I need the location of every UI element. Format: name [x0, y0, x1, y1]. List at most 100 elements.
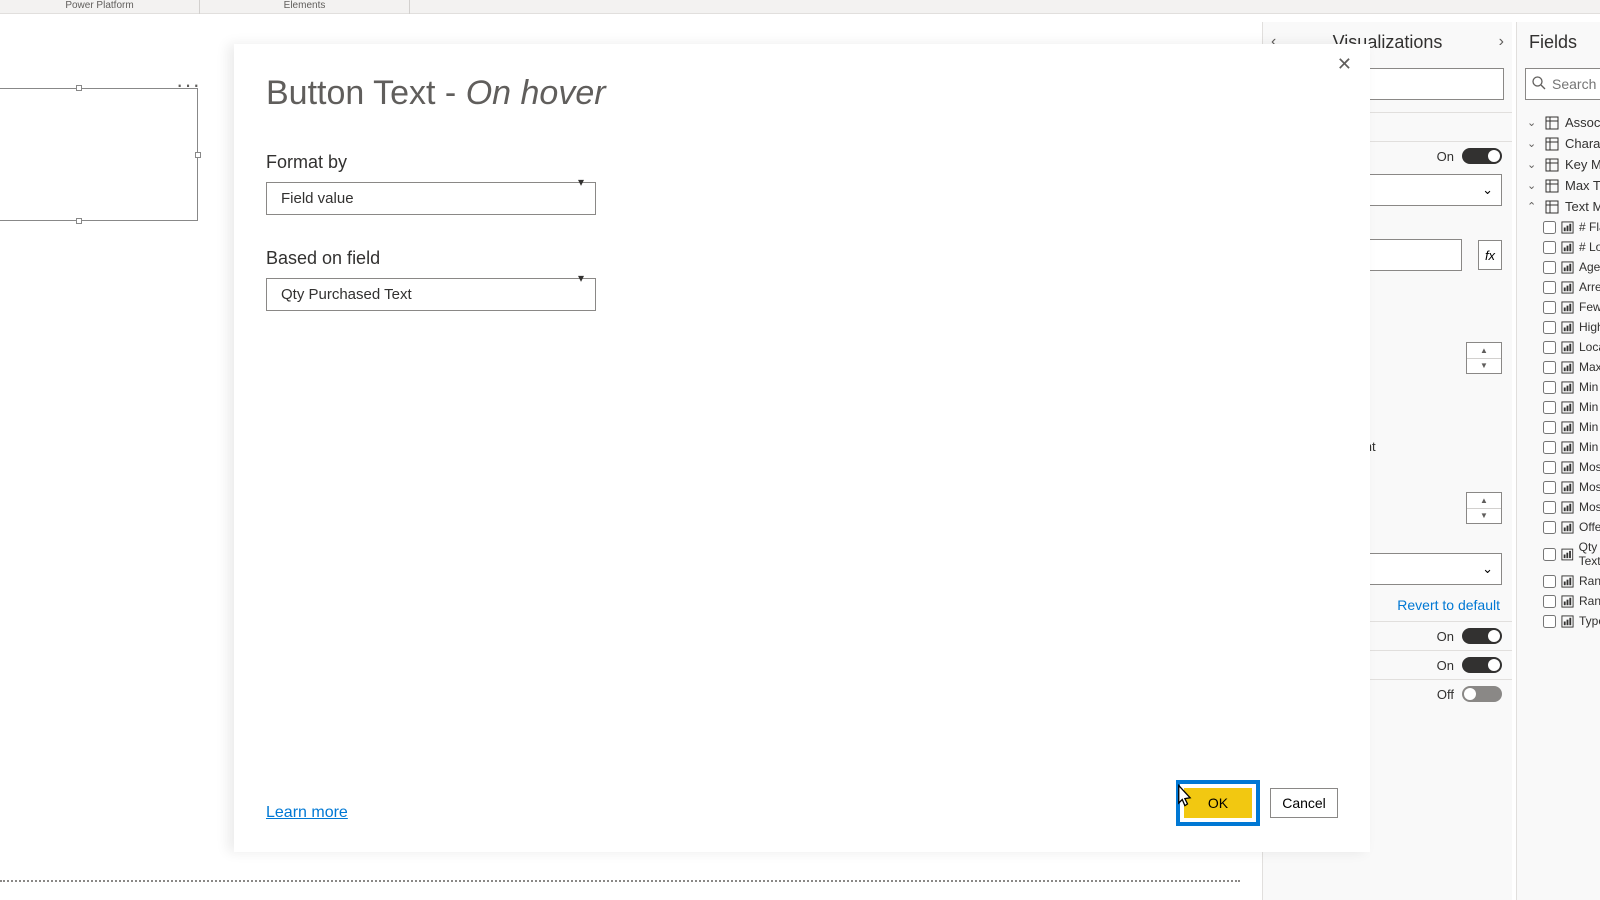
fields-table-row[interactable]: ⌄Characters — [1517, 133, 1600, 154]
toggle-button-text[interactable] — [1462, 148, 1502, 164]
fields-table-row[interactable]: ⌄Key Measures — [1517, 154, 1600, 175]
field-row[interactable]: Location Text — [1517, 337, 1600, 357]
measure-icon — [1561, 381, 1574, 394]
field-name: Most Locations — [1579, 460, 1600, 474]
field-name: # Locations — [1579, 240, 1600, 254]
based-on-field-select[interactable]: Qty Purchased Text — [266, 278, 596, 311]
resize-handle-top[interactable] — [76, 85, 82, 91]
fx-button-text[interactable]: fx — [1478, 240, 1502, 270]
padding-spinner[interactable]: ▲ ▼ — [1466, 492, 1502, 524]
field-checkbox[interactable] — [1543, 521, 1556, 534]
table-name: Max Time — [1565, 178, 1600, 193]
field-checkbox[interactable] — [1543, 615, 1556, 628]
field-row[interactable]: Rank Span Off — [1517, 591, 1600, 611]
learn-more-link[interactable]: Learn more — [266, 804, 348, 822]
field-checkbox[interactable] — [1543, 321, 1556, 334]
close-icon[interactable]: ✕ — [1337, 54, 1352, 75]
field-checkbox[interactable] — [1543, 221, 1556, 234]
field-row[interactable]: Most Locations — [1517, 457, 1600, 477]
search-icon — [1531, 75, 1547, 96]
field-name: Min # Flagged — [1579, 380, 1600, 394]
fields-search — [1525, 68, 1600, 100]
pane-nav-next[interactable]: › — [1499, 33, 1504, 51]
field-checkbox[interactable] — [1543, 241, 1556, 254]
field-row[interactable]: Min # Flagged S — [1517, 397, 1600, 417]
chevron-icon: ⌄ — [1527, 179, 1539, 192]
field-checkbox[interactable] — [1543, 381, 1556, 394]
measure-icon — [1561, 241, 1574, 254]
field-checkbox[interactable] — [1543, 421, 1556, 434]
resize-handle-right[interactable] — [195, 152, 201, 158]
field-row[interactable]: Min # Locations — [1517, 417, 1600, 437]
ok-button[interactable]: OK — [1184, 788, 1252, 818]
field-checkbox[interactable] — [1543, 301, 1556, 314]
measure-icon — [1561, 595, 1574, 608]
field-row[interactable]: Fewest Arrests — [1517, 297, 1600, 317]
dialog-title: Button Text - On hover — [266, 74, 606, 113]
measure-icon — [1561, 261, 1574, 274]
field-row[interactable]: Offenses Text — [1517, 517, 1600, 537]
cancel-button[interactable]: Cancel — [1270, 788, 1338, 818]
fields-table-row[interactable]: ⌄ Max Time — [1517, 175, 1600, 196]
measure-icon — [1561, 501, 1574, 514]
label-based-on-field: Based on field — [266, 248, 380, 269]
resize-handle-bottom[interactable] — [76, 218, 82, 224]
field-checkbox[interactable] — [1543, 461, 1556, 474]
field-checkbox[interactable] — [1543, 401, 1556, 414]
field-row[interactable]: Most Span Off — [1517, 497, 1600, 517]
toggle-fill[interactable] — [1462, 686, 1502, 702]
format-by-select[interactable]: Field value — [266, 182, 596, 215]
field-row[interactable]: Min # Flagged — [1517, 377, 1600, 397]
field-checkbox[interactable] — [1543, 281, 1556, 294]
field-row[interactable]: Rank Span Loc — [1517, 571, 1600, 591]
field-row[interactable]: Highest Arrests — [1517, 317, 1600, 337]
field-name: Max Arrests — [1579, 360, 1600, 374]
field-row[interactable]: Arrests Text — [1517, 277, 1600, 297]
field-checkbox[interactable] — [1543, 261, 1556, 274]
field-name: Agency Text — [1579, 260, 1600, 274]
spinner-up[interactable]: ▲ — [1467, 343, 1501, 358]
ribbon-group-power-platform: Power Platform — [0, 0, 200, 14]
field-checkbox[interactable] — [1543, 575, 1556, 588]
measure-icon — [1561, 341, 1574, 354]
selected-visual-placeholder[interactable] — [0, 88, 198, 221]
ribbon-group-label: Elements — [284, 0, 326, 11]
pane-title: Fields — [1529, 32, 1577, 53]
field-row[interactable]: Agency Text — [1517, 257, 1600, 277]
measure-icon — [1561, 548, 1574, 561]
chevron-icon: ⌄ — [1527, 116, 1539, 129]
field-name: Offenses Text — [1579, 520, 1600, 534]
field-name: Type Text — [1579, 614, 1600, 628]
spinner-up[interactable]: ▲ — [1467, 493, 1501, 508]
field-checkbox[interactable] — [1543, 441, 1556, 454]
field-row[interactable]: # Flagged — [1517, 217, 1600, 237]
field-checkbox[interactable] — [1543, 548, 1556, 561]
field-checkbox[interactable] — [1543, 501, 1556, 514]
measure-icon — [1561, 321, 1574, 334]
field-name: Min # Locations S — [1579, 440, 1600, 454]
field-row[interactable]: Type Text — [1517, 611, 1600, 631]
field-name: Qty Purchased Text — [1579, 540, 1600, 568]
fields-table-row[interactable]: ⌄ Associations — [1517, 112, 1600, 133]
field-checkbox[interactable] — [1543, 481, 1556, 494]
chevron-down-icon: ⌄ — [1482, 561, 1493, 577]
toggle-icon[interactable] — [1462, 628, 1502, 644]
field-row[interactable]: Qty Purchased Text — [1517, 537, 1600, 571]
field-checkbox[interactable] — [1543, 341, 1556, 354]
spinner-down[interactable]: ▼ — [1467, 358, 1501, 374]
table-name: Associations — [1565, 115, 1600, 130]
label-format-by: Format by — [266, 152, 347, 173]
measure-icon — [1561, 615, 1574, 628]
fields-table-row[interactable]: ⌃Text Measures — [1517, 196, 1600, 217]
field-row[interactable]: # Locations — [1517, 237, 1600, 257]
field-checkbox[interactable] — [1543, 361, 1556, 374]
chevron-icon: ⌄ — [1527, 137, 1539, 150]
text-size-spinner[interactable]: ▲ ▼ — [1466, 342, 1502, 374]
ribbon-group-label: Power Platform — [65, 0, 133, 11]
field-checkbox[interactable] — [1543, 595, 1556, 608]
toggle-outline[interactable] — [1462, 657, 1502, 673]
spinner-down[interactable]: ▼ — [1467, 508, 1501, 524]
field-row[interactable]: Min # Locations S — [1517, 437, 1600, 457]
field-row[interactable]: Most Span Loc — [1517, 477, 1600, 497]
field-row[interactable]: Max Arrests — [1517, 357, 1600, 377]
